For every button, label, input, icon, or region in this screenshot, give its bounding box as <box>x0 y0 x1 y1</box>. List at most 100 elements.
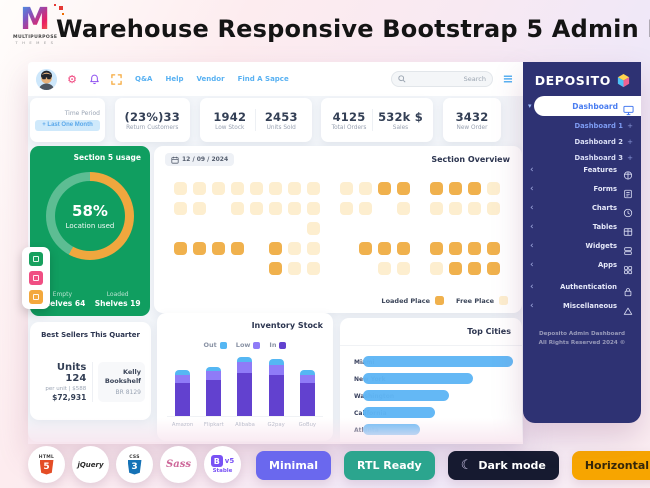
grid-row <box>174 242 506 255</box>
grid-cell-free[interactable] <box>468 202 481 215</box>
grid-cell-free[interactable] <box>288 202 301 215</box>
badge-html5[interactable]: HTML 5 <box>28 446 65 483</box>
jquery-icon: jQuery <box>77 460 104 469</box>
grid-cell-free[interactable] <box>378 262 391 275</box>
grid-cell-free[interactable] <box>250 182 263 195</box>
avatar[interactable] <box>36 68 57 90</box>
dark-mode-button[interactable]: ☾ Dark mode <box>447 451 559 480</box>
sidebar-item-widgets[interactable]: ‹ Widgets <box>523 238 641 255</box>
grid-cell-free[interactable] <box>269 202 282 215</box>
grid-cell-loaded[interactable] <box>193 242 206 255</box>
theme-orange-icon[interactable] <box>29 290 43 304</box>
button-label: RTL Ready <box>356 459 422 472</box>
sidebar-item-label: Dashboard 2 <box>574 137 623 146</box>
grid-cell-free[interactable] <box>307 262 320 275</box>
settings-icon[interactable]: ⚙ <box>65 72 79 86</box>
legend-free-place: Free Place <box>456 296 508 305</box>
grid-cell-free[interactable] <box>307 182 320 195</box>
grid-cell-free[interactable] <box>340 202 353 215</box>
feature-buttons: Minimal RTL Ready ☾ Dark mode Horizontal <box>256 451 650 480</box>
grid-cell-free[interactable] <box>430 262 443 275</box>
grid-cell-free[interactable] <box>307 202 320 215</box>
grid-cell-free[interactable] <box>397 202 410 215</box>
sidebar-item-forms[interactable]: ‹ Forms <box>523 181 641 199</box>
notifications-icon[interactable] <box>87 72 101 86</box>
grid-cell-free[interactable] <box>307 222 320 235</box>
badge-css3[interactable]: CSS 3 <box>116 446 153 483</box>
grid-cell-free[interactable] <box>174 182 187 195</box>
grid-cell-loaded[interactable] <box>231 242 244 255</box>
grid-cell-loaded[interactable] <box>359 242 372 255</box>
theme-pink-icon[interactable] <box>29 271 43 285</box>
grid-cell-loaded[interactable] <box>378 242 391 255</box>
grid-cell-loaded[interactable] <box>449 262 462 275</box>
grid-cell-free[interactable] <box>340 182 353 195</box>
sidebar-item-miscellaneous[interactable]: ‹ Miscellaneous <box>523 298 641 315</box>
grid-cell-free[interactable] <box>174 202 187 215</box>
nav-link-help[interactable]: Help <box>165 75 183 83</box>
sidebar-item-charts[interactable]: ‹ Charts <box>523 200 641 218</box>
grid-cell-loaded[interactable] <box>397 182 410 195</box>
grid-cell-loaded[interactable] <box>430 242 443 255</box>
minimal-button[interactable]: Minimal <box>256 451 331 480</box>
grid-cell-loaded[interactable] <box>468 182 481 195</box>
grid-cell-free[interactable] <box>193 182 206 195</box>
sidebar-item-dashboard-1[interactable]: Dashboard 1 + <box>523 119 641 132</box>
grid-cell-free[interactable] <box>430 202 443 215</box>
badge-jquery[interactable]: jQuery <box>72 446 109 483</box>
rtl-ready-button[interactable]: RTL Ready <box>343 451 435 480</box>
legend-swatch <box>279 341 287 349</box>
grid-cell-loaded[interactable] <box>269 242 282 255</box>
theme-green-icon[interactable] <box>29 252 43 266</box>
grid-cell-loaded[interactable] <box>449 242 462 255</box>
grid-cell-loaded[interactable] <box>269 262 282 275</box>
sidebar-logo[interactable]: DEPOSITO <box>523 73 631 88</box>
grid-cell-loaded[interactable] <box>212 242 225 255</box>
grid-cell-free[interactable] <box>449 202 462 215</box>
sidebar-item-dashboard[interactable]: ▾ Dashboard <box>523 96 641 116</box>
sidebar-item-authentication[interactable]: ‹ Authentication <box>523 279 641 297</box>
sidebar-item-dashboard-2[interactable]: Dashboard 2 + <box>523 135 641 148</box>
grid-cell-free[interactable] <box>359 182 372 195</box>
sidebar-item-apps[interactable]: ‹ Apps <box>523 257 641 275</box>
fullscreen-icon[interactable] <box>109 72 123 86</box>
date-picker[interactable]: 12 / 09 / 2024 <box>165 153 235 166</box>
grid-cell-free[interactable] <box>193 202 206 215</box>
grid-cell-free[interactable] <box>250 202 263 215</box>
grid-cell-loaded[interactable] <box>397 242 410 255</box>
grid-cell-free[interactable] <box>487 202 500 215</box>
badge-text: CSS <box>129 454 140 460</box>
grid-cell-free[interactable] <box>359 202 372 215</box>
search-input[interactable]: Search <box>391 71 493 87</box>
grid-cell-free[interactable] <box>231 182 244 195</box>
nav-link-q-a[interactable]: Q&A <box>135 75 152 83</box>
grid-cell-free[interactable] <box>307 242 320 255</box>
sidebar-item-tables[interactable]: ‹ Tables <box>523 219 641 236</box>
grid-cell-free[interactable] <box>288 262 301 275</box>
grid-cell-loaded[interactable] <box>487 242 500 255</box>
grid-cell-loaded[interactable] <box>378 182 391 195</box>
grid-cell-free[interactable] <box>231 202 244 215</box>
city-row-new-york: New York <box>354 371 510 388</box>
badge-bootstrap[interactable]: Bv5 Stable <box>204 446 241 483</box>
grid-cell-free[interactable] <box>269 182 282 195</box>
grid-cell-loaded[interactable] <box>487 262 500 275</box>
grid-cell-free[interactable] <box>288 242 301 255</box>
sidebar-item-features[interactable]: ‹ Features <box>523 162 641 180</box>
grid-cell-free[interactable] <box>288 182 301 195</box>
usage-title: Section 5 usage <box>73 153 141 162</box>
grid-cell-loaded[interactable] <box>174 242 187 255</box>
grid-cell-loaded[interactable] <box>468 262 481 275</box>
grid-cell-loaded[interactable] <box>430 182 443 195</box>
grid-cell-free[interactable] <box>397 262 410 275</box>
nav-link-find-a-sapce[interactable]: Find A Sapce <box>238 75 289 83</box>
horizontal-button[interactable]: Horizontal <box>571 451 650 480</box>
last-one-month-button[interactable]: + Last One Month <box>35 119 100 131</box>
grid-cell-free[interactable] <box>212 182 225 195</box>
grid-cell-free[interactable] <box>487 182 500 195</box>
menu-icon[interactable]: ≡ <box>501 72 515 86</box>
badge-sass[interactable]: Sass <box>160 446 197 483</box>
nav-link-vendor[interactable]: Vendor <box>197 75 225 83</box>
grid-cell-loaded[interactable] <box>468 242 481 255</box>
grid-cell-loaded[interactable] <box>449 182 462 195</box>
